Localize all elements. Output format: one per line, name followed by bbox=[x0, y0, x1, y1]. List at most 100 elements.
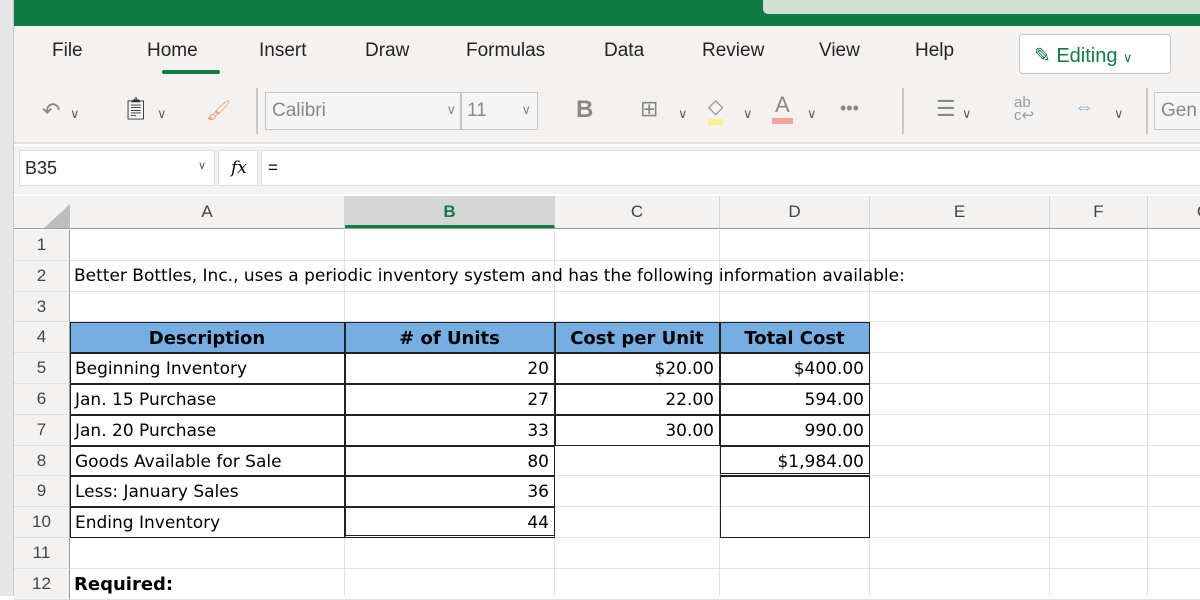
column-header-d[interactable]: D bbox=[720, 196, 870, 228]
row-header-1[interactable]: 1 bbox=[14, 230, 70, 261]
column-header-g[interactable]: G bbox=[1148, 196, 1200, 228]
divider bbox=[256, 88, 258, 134]
font-name-select[interactable]: Calibri ∨ bbox=[265, 92, 461, 130]
column-headers: ABCDEFG bbox=[14, 196, 1200, 229]
header-cost-per-unit[interactable]: Cost per Unit bbox=[555, 322, 720, 354]
column-header-a[interactable]: A bbox=[70, 196, 345, 228]
insert-function-button[interactable]: fx bbox=[218, 150, 258, 186]
cell-total-cost[interactable]: 990.00 bbox=[720, 414, 870, 446]
tab-home[interactable]: Home bbox=[147, 40, 198, 62]
align-icon[interactable]: ☰ bbox=[936, 96, 956, 122]
title-bar bbox=[14, 0, 1200, 26]
cell-a2-title[interactable]: Better Bottles, Inc., uses a periodic in… bbox=[70, 261, 1050, 292]
clipboard-icon[interactable]: 📋︎ bbox=[122, 96, 150, 122]
row-header-8[interactable]: 8 bbox=[14, 445, 70, 477]
empty-bordered-range bbox=[720, 476, 870, 538]
name-box[interactable]: B35 ∨ bbox=[19, 150, 215, 186]
cell-total-cost[interactable]: 594.00 bbox=[720, 384, 870, 415]
cell-description[interactable]: Ending Inventory bbox=[70, 507, 345, 538]
bold-button[interactable]: B bbox=[576, 96, 593, 124]
header-units[interactable]: # of Units bbox=[345, 322, 555, 354]
chevron-down-icon[interactable]: ∨ bbox=[962, 106, 972, 122]
merge-cells-icon[interactable]: ⇔ bbox=[1074, 96, 1094, 119]
cell-reference: B35 bbox=[25, 158, 58, 178]
cell-cost-per-unit[interactable]: $20.00 bbox=[555, 353, 720, 384]
fill-color-icon[interactable]: ◇ bbox=[708, 94, 724, 125]
wrap-text-icon[interactable]: ab c↩ bbox=[1014, 95, 1034, 123]
cell-description[interactable]: Goods Available for Sale bbox=[70, 445, 345, 477]
row-header-9[interactable]: 9 bbox=[14, 476, 70, 508]
formula-bar: B35 ∨ fx = bbox=[14, 146, 1200, 194]
tab-draw[interactable]: Draw bbox=[365, 40, 409, 62]
number-format-select[interactable]: Gen bbox=[1154, 92, 1200, 130]
cell-description[interactable]: Beginning Inventory bbox=[70, 353, 345, 384]
cell-cost-per-unit[interactable] bbox=[555, 446, 720, 477]
cell-units[interactable]: 33 bbox=[345, 414, 555, 446]
formula-input[interactable]: = bbox=[261, 150, 1200, 186]
chevron-down-icon[interactable]: ∨ bbox=[157, 106, 167, 122]
column-header-c[interactable]: C bbox=[555, 196, 720, 228]
column-header-e[interactable]: E bbox=[870, 196, 1050, 228]
row-header-2[interactable]: 2 bbox=[14, 260, 70, 292]
row-header-12[interactable]: 12 bbox=[14, 568, 70, 600]
required-label[interactable]: Required: bbox=[70, 569, 345, 600]
cell-units[interactable]: 27 bbox=[345, 384, 555, 415]
chevron-down-icon[interactable]: ∨ bbox=[743, 106, 753, 122]
font-size-select[interactable]: 11 ∨ bbox=[461, 92, 538, 130]
row-header-5[interactable]: 5 bbox=[14, 353, 70, 384]
chevron-down-icon[interactable]: ∨ bbox=[1114, 106, 1124, 122]
divider bbox=[902, 88, 904, 134]
row-header-10[interactable]: 10 bbox=[14, 507, 70, 538]
cell-units[interactable]: 80 bbox=[345, 445, 555, 477]
tab-review[interactable]: Review bbox=[702, 40, 764, 62]
row-header-7[interactable]: 7 bbox=[14, 414, 70, 446]
font-size: 11 bbox=[467, 100, 487, 121]
pencil-icon: ✎ bbox=[1034, 45, 1051, 67]
tab-help[interactable]: Help bbox=[915, 40, 954, 62]
chevron-down-icon[interactable]: ∨ bbox=[678, 106, 688, 122]
chevron-down-icon[interactable]: ∨ bbox=[70, 106, 80, 122]
undo-icon[interactable]: ↶ bbox=[42, 98, 60, 124]
tab-view[interactable]: View bbox=[819, 40, 860, 62]
chevron-down-icon[interactable]: ∨ bbox=[807, 106, 817, 122]
row-header-4[interactable]: 4 bbox=[14, 322, 70, 354]
header-total-cost[interactable]: Total Cost bbox=[720, 322, 870, 354]
chevron-down-icon: ∨ bbox=[197, 160, 206, 172]
cell-description[interactable]: Jan. 20 Purchase bbox=[70, 414, 345, 446]
chevron-down-icon: ∨ bbox=[521, 102, 531, 117]
cell-cost-per-unit[interactable] bbox=[555, 476, 720, 507]
cell-description[interactable]: Less: January Sales bbox=[70, 476, 345, 508]
window-edge bbox=[0, 0, 14, 596]
borders-icon[interactable]: ⊞ bbox=[640, 96, 658, 122]
more-options-icon[interactable]: ••• bbox=[840, 98, 859, 119]
cell-total-cost[interactable]: $1,984.00 bbox=[720, 445, 870, 477]
select-all-button[interactable] bbox=[44, 204, 70, 228]
row-header-6[interactable]: 6 bbox=[14, 384, 70, 415]
column-header-f[interactable]: F bbox=[1050, 196, 1148, 228]
editing-label: Editing bbox=[1056, 45, 1118, 67]
cell-units[interactable]: 20 bbox=[345, 353, 555, 384]
cell-units[interactable]: 36 bbox=[345, 476, 555, 508]
active-tab-indicator bbox=[162, 70, 220, 74]
cell-cost-per-unit[interactable] bbox=[555, 507, 720, 538]
tab-file[interactable]: File bbox=[52, 40, 83, 62]
editing-mode-button[interactable]: ✎ Editing ∨ bbox=[1019, 34, 1171, 74]
cell-cost-per-unit[interactable]: 22.00 bbox=[555, 384, 720, 415]
row-header-11[interactable]: 11 bbox=[14, 538, 70, 569]
cell-description[interactable]: Jan. 15 Purchase bbox=[70, 384, 345, 415]
font-color-icon[interactable]: A bbox=[772, 92, 793, 124]
ribbon: File Home Insert Draw Formulas Data Revi… bbox=[14, 26, 1200, 144]
tab-formulas[interactable]: Formulas bbox=[466, 40, 545, 62]
gridline bbox=[1147, 230, 1148, 596]
divider bbox=[1146, 88, 1148, 134]
cell-cost-per-unit[interactable]: 30.00 bbox=[555, 414, 720, 446]
row-header-3[interactable]: 3 bbox=[14, 291, 70, 323]
column-header-b[interactable]: B bbox=[345, 196, 555, 228]
tab-insert[interactable]: Insert bbox=[259, 40, 307, 62]
cell-units[interactable]: 44 bbox=[345, 507, 555, 538]
format-painter-icon[interactable]: 🖌︎ bbox=[206, 98, 231, 123]
cell-total-cost[interactable]: $400.00 bbox=[720, 353, 870, 384]
tab-data[interactable]: Data bbox=[604, 40, 644, 62]
header-description[interactable]: Description bbox=[70, 322, 345, 354]
search-box[interactable] bbox=[763, 0, 1200, 14]
